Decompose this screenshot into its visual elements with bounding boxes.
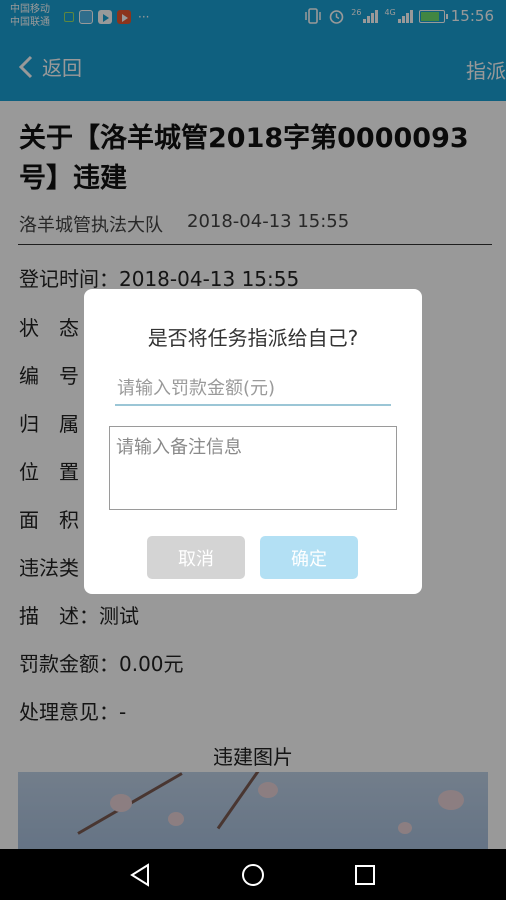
assign-dialog: 是否将任务指派给自己? 取消 确定 xyxy=(84,289,422,594)
fine-amount-input[interactable] xyxy=(115,373,391,406)
circle-home-icon xyxy=(242,864,264,886)
nav-recents-button[interactable] xyxy=(349,859,381,891)
remark-input[interactable] xyxy=(109,426,397,510)
system-nav-bar xyxy=(0,849,506,900)
confirm-button[interactable]: 确定 xyxy=(260,536,358,579)
triangle-back-icon xyxy=(130,863,149,887)
square-recents-icon xyxy=(355,865,375,885)
cancel-button[interactable]: 取消 xyxy=(147,536,245,579)
nav-home-button[interactable] xyxy=(237,859,269,891)
dialog-title: 是否将任务指派给自己? xyxy=(147,326,359,350)
nav-back-button[interactable] xyxy=(124,859,156,891)
